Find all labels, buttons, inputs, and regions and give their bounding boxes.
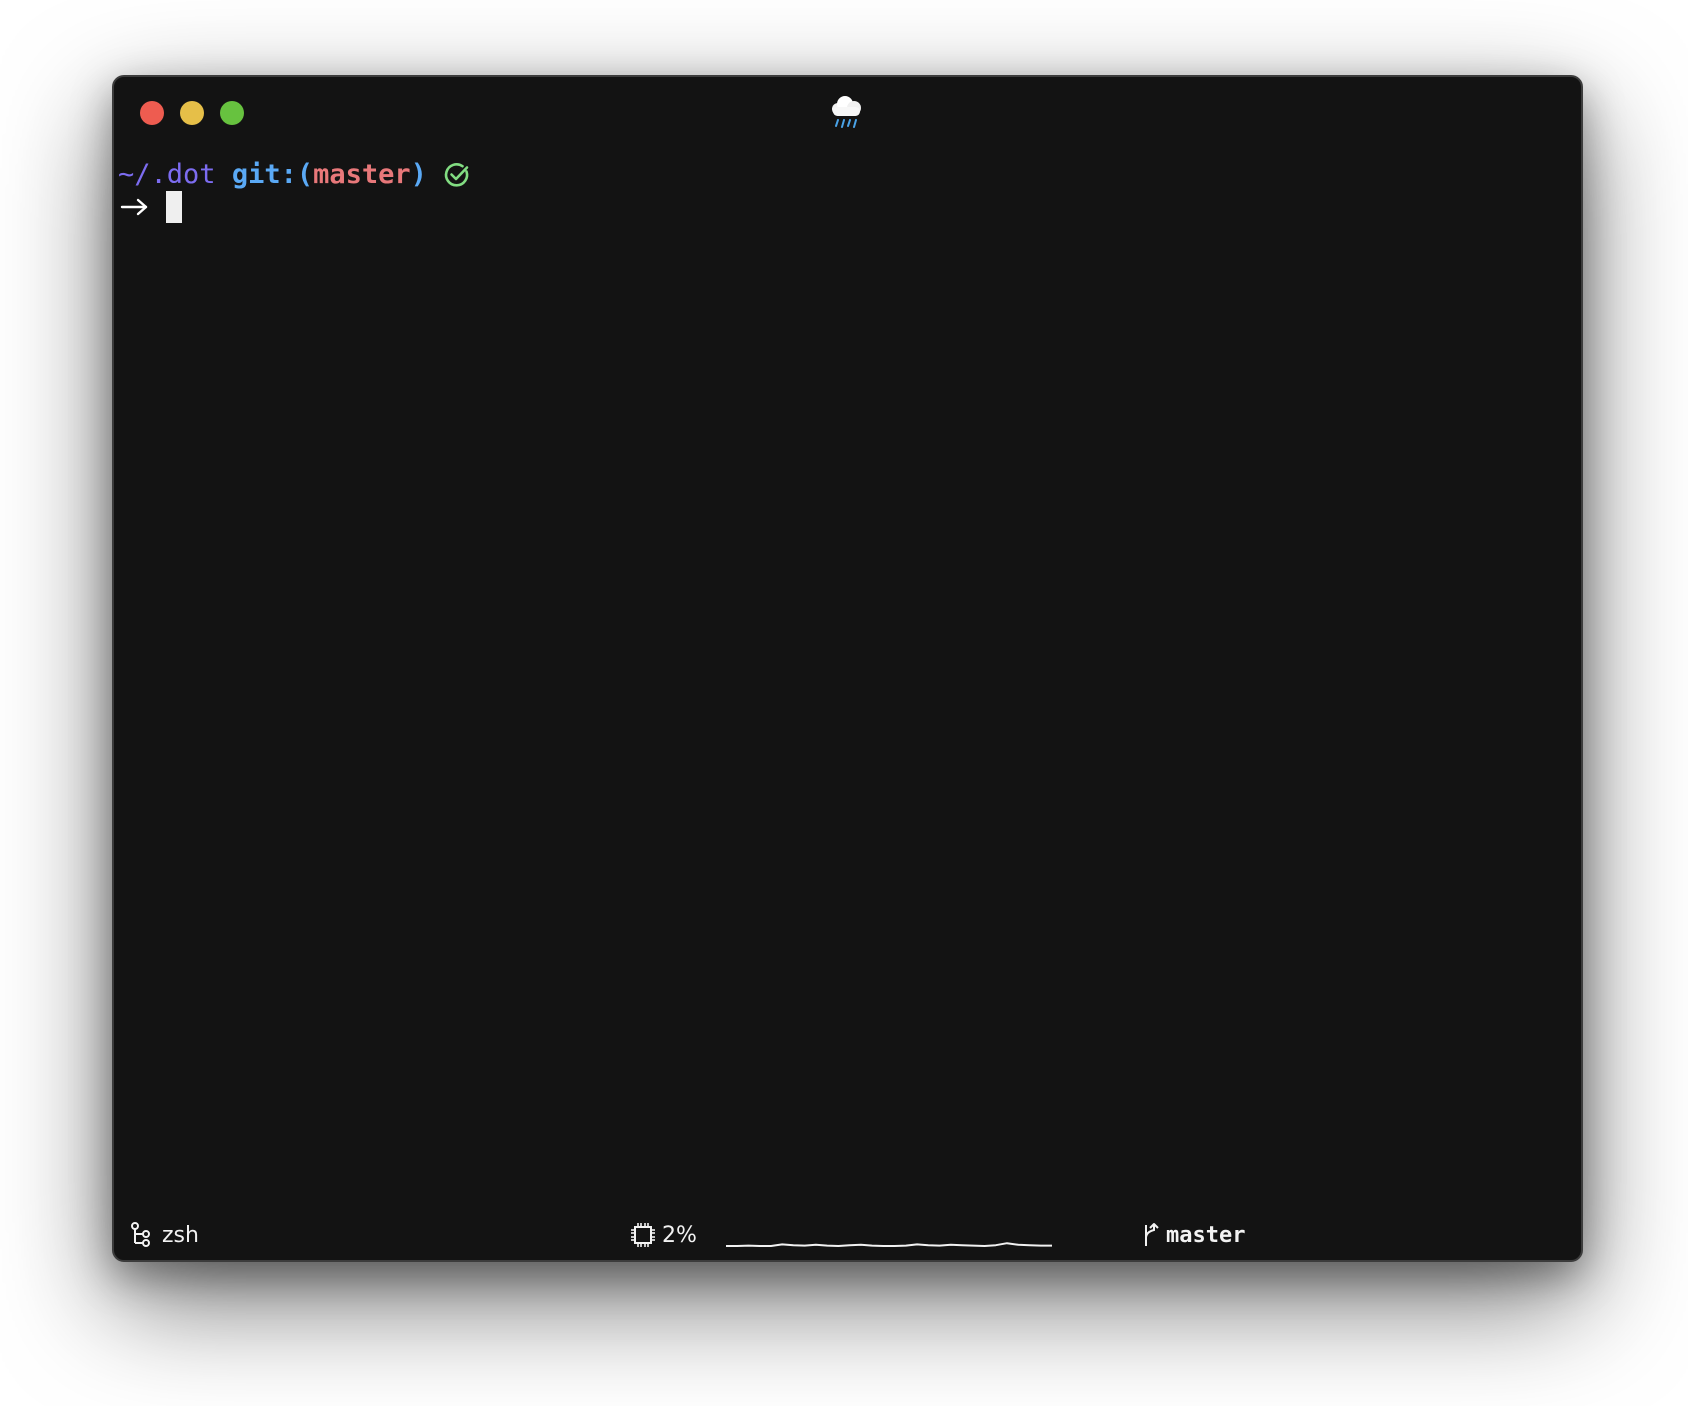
git-branch-icon	[1145, 1223, 1159, 1246]
cpu-percent: 2%	[662, 1222, 697, 1248]
window-controls	[140, 101, 244, 125]
prompt-line: ~/.dot git:(master)	[118, 157, 471, 193]
check-circle-icon	[444, 163, 469, 187]
cpu-chip-icon	[631, 1223, 655, 1247]
cpu-sparkline-path	[726, 1242, 1052, 1247]
branch-name: master	[1166, 1222, 1246, 1248]
cloud-rain-icon	[832, 96, 861, 128]
prompt-path: ~/.dot	[118, 159, 216, 190]
process-tree-icon	[131, 1222, 150, 1247]
shell-name: zsh	[162, 1222, 199, 1248]
git-branch: master	[313, 159, 411, 190]
minimize-button[interactable]	[180, 101, 204, 125]
text-cursor	[166, 191, 182, 223]
arrow-right-icon	[120, 198, 148, 216]
git-suffix: )	[410, 159, 427, 190]
command-input-line[interactable]	[118, 189, 182, 225]
git-prefix: git:(	[231, 159, 314, 190]
maximize-button[interactable]	[220, 101, 244, 125]
close-button[interactable]	[140, 101, 164, 125]
status-bar: zsh 2% master	[114, 1212, 1581, 1260]
shell-indicator[interactable]: zsh	[130, 1220, 199, 1250]
branch-indicator[interactable]: master	[1142, 1220, 1245, 1250]
terminal-window: ~/.dot git:(master) zsh 2% master	[112, 75, 1583, 1262]
cpu-indicator[interactable]: 2%	[630, 1220, 697, 1250]
cpu-sparkline	[726, 1242, 1052, 1247]
